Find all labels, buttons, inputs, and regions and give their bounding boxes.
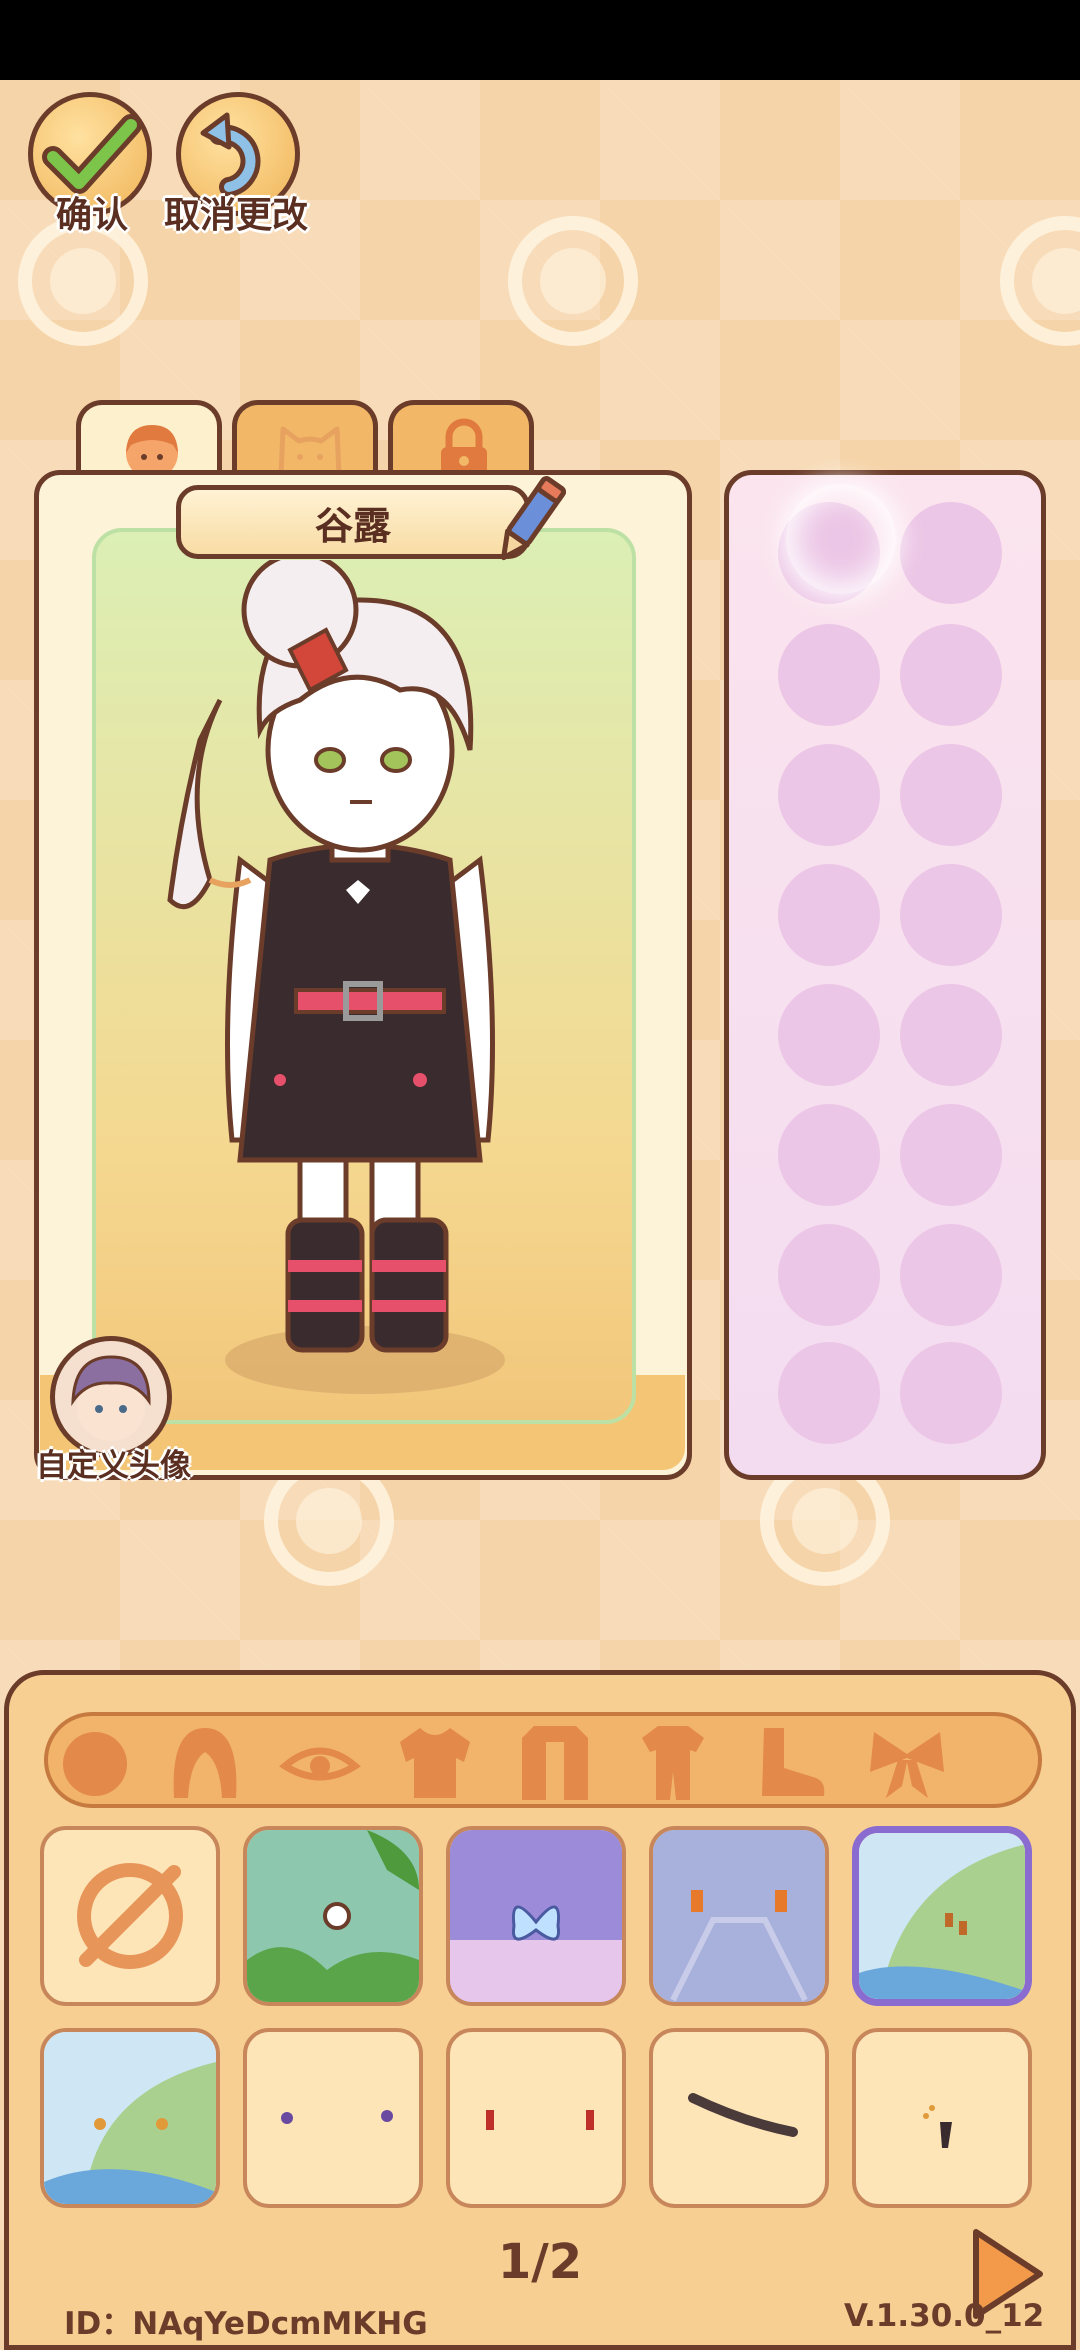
none-icon <box>77 1863 183 1969</box>
hair-icon <box>173 1728 237 1798</box>
leaf-background-icon <box>859 1833 1025 1999</box>
stud-earrings-icon <box>281 2110 393 2124</box>
sun-decoration <box>508 216 638 346</box>
accessory-slot[interactable] <box>778 624 880 726</box>
jacket-icon <box>522 1726 588 1800</box>
accessory-slot[interactable] <box>900 984 1002 1086</box>
avatar-portrait-icon <box>71 1355 151 1441</box>
confirm-label: 确认 <box>56 195 129 236</box>
item-stud-earrings[interactable] <box>243 2028 423 2208</box>
category-shoes[interactable] <box>744 1722 834 1802</box>
top-icon <box>400 1728 470 1798</box>
butterfly-sky-background-icon <box>450 1830 622 2002</box>
user-id: ID：NAqYeDcmMKHG <box>64 2306 428 2342</box>
accessory-slot[interactable] <box>778 1104 880 1206</box>
drop-earrings-icon <box>486 2110 594 2130</box>
shoe-icon <box>762 1728 825 1796</box>
accessory-slot[interactable] <box>900 1104 1002 1206</box>
head-icon <box>63 1732 127 1796</box>
item-rain-bridge-background[interactable] <box>649 1826 829 2006</box>
category-eyes[interactable] <box>275 1722 365 1802</box>
accessory-slot[interactable] <box>900 1342 1002 1444</box>
page-indicator: 1/2 <box>497 2234 583 2290</box>
character-name-field[interactable]: 谷露 <box>176 485 530 559</box>
item-leaf-background[interactable] <box>852 1826 1032 2006</box>
leaf-earrings-icon <box>44 2032 216 2204</box>
cancel-changes-label: 取消更改 <box>164 195 309 236</box>
item-sparkle-earring[interactable] <box>852 2028 1032 2208</box>
category-outfits[interactable] <box>628 1722 718 1802</box>
accessory-slot[interactable] <box>778 984 880 1086</box>
branch-accessory-icon <box>688 2093 798 2137</box>
accessory-slot[interactable] <box>900 864 1002 966</box>
accessory-slot[interactable] <box>900 624 1002 726</box>
rain-bridge-background-icon <box>653 1830 825 2002</box>
category-accessories[interactable] <box>862 1722 952 1802</box>
accessory-slot[interactable] <box>900 744 1002 846</box>
category-outerwear[interactable] <box>510 1722 600 1802</box>
accessory-slot[interactable] <box>900 502 1002 604</box>
status-bar <box>0 0 1080 80</box>
pencil-icon[interactable] <box>490 470 570 570</box>
app-version: V.1.30.0_12 <box>844 2298 1045 2334</box>
bow-icon <box>870 1732 944 1798</box>
category-hair[interactable] <box>160 1722 250 1802</box>
character-avatar <box>167 560 505 1394</box>
eye-icon <box>279 1747 361 1781</box>
category-head[interactable] <box>50 1722 140 1802</box>
accessory-slots-panel <box>724 470 1046 1480</box>
item-butterfly-background[interactable] <box>446 1826 626 2006</box>
character-name: 谷露 <box>314 503 391 548</box>
accessory-slot[interactable] <box>900 1224 1002 1326</box>
accessory-slot[interactable] <box>778 1342 880 1444</box>
item-none[interactable] <box>40 1826 220 2006</box>
accessory-slot[interactable] <box>778 744 880 846</box>
outfit-icon <box>642 1726 704 1800</box>
category-tops[interactable] <box>390 1722 480 1802</box>
item-branch-accessory[interactable] <box>649 2028 829 2208</box>
accessory-slot[interactable] <box>778 1224 880 1326</box>
sparkle-effect <box>786 484 896 594</box>
item-forest-background[interactable] <box>243 1826 423 2006</box>
custom-avatar-label: 自定义头像 <box>36 1448 191 1484</box>
forest-background-icon <box>247 1830 419 2002</box>
item-drop-earrings[interactable] <box>446 2028 626 2208</box>
sparkle-earring-icon <box>923 2105 952 2148</box>
item-leaf-earrings[interactable] <box>40 2028 220 2208</box>
accessory-slot[interactable] <box>778 864 880 966</box>
